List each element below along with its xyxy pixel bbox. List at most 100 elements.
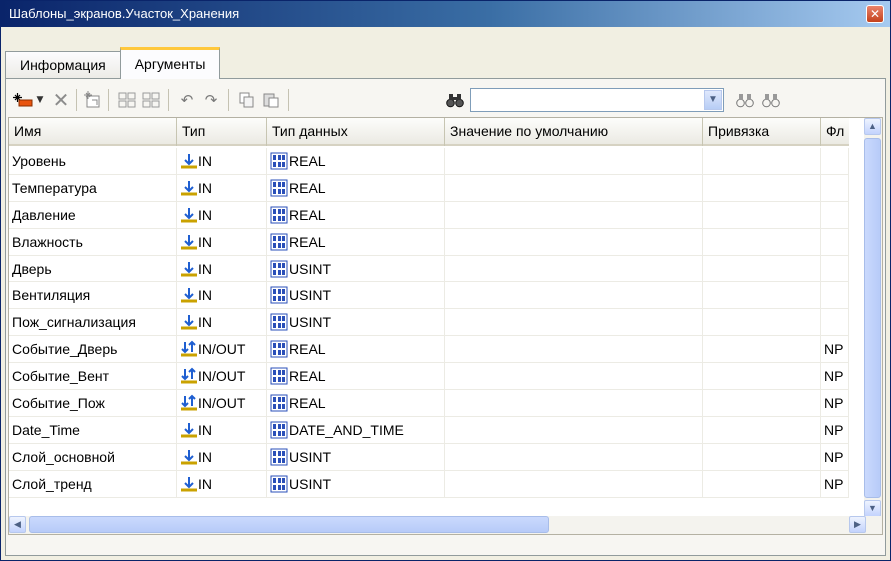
table-row[interactable]: Событие_Вент IN/OUT REAL NP (9, 363, 849, 391)
cell-name[interactable]: Событие_Вент (9, 363, 177, 390)
tab-information[interactable]: Информация (5, 51, 121, 79)
cell-data-type[interactable]: DATE_AND_TIME (267, 416, 445, 443)
copy-icon[interactable] (236, 89, 258, 111)
table-row[interactable]: Дверь IN USINT (9, 255, 849, 283)
scroll-left-button[interactable]: ◀ (9, 516, 26, 533)
vertical-scroll-thumb[interactable] (864, 138, 881, 498)
cell-binding[interactable] (703, 416, 821, 443)
delete-icon[interactable]: ✕ (50, 88, 72, 112)
column-header-default-value[interactable]: Значение по умолчанию (445, 118, 703, 146)
cell-flags[interactable] (821, 228, 849, 255)
cell-type[interactable]: IN (177, 148, 267, 174)
cell-flags[interactable]: NP (821, 363, 849, 390)
cell-name[interactable]: Влажность (9, 228, 177, 255)
cell-default-value[interactable] (445, 443, 703, 470)
cell-binding[interactable] (703, 148, 821, 174)
cell-binding[interactable] (703, 282, 821, 309)
cell-default-value[interactable] (445, 228, 703, 255)
paste-icon[interactable] (260, 89, 282, 111)
find-next-icon[interactable] (734, 89, 756, 111)
cell-default-value[interactable] (445, 148, 703, 174)
cell-default-value[interactable] (445, 282, 703, 309)
cell-default-value[interactable] (445, 309, 703, 336)
table-row[interactable]: Влажность IN REAL (9, 228, 849, 256)
cell-flags[interactable]: NP (821, 470, 849, 497)
cell-default-value[interactable] (445, 416, 703, 443)
cell-default-value[interactable] (445, 390, 703, 417)
cell-flags[interactable] (821, 282, 849, 309)
cell-data-type[interactable]: USINT (267, 255, 445, 282)
column-header-flags[interactable]: Фл (821, 118, 849, 146)
cell-binding[interactable] (703, 201, 821, 228)
table-row[interactable]: Вентиляция IN USINT (9, 282, 849, 310)
cell-flags[interactable]: NP (821, 416, 849, 443)
horizontal-scrollbar[interactable]: ◀ ▶ (9, 516, 882, 534)
search-box[interactable]: ▼ (470, 88, 724, 112)
cell-name[interactable]: Слой_основной (9, 443, 177, 470)
cell-binding[interactable] (703, 309, 821, 336)
scroll-down-button[interactable]: ▼ (864, 500, 881, 517)
cell-flags[interactable] (821, 148, 849, 174)
table-row[interactable]: Событие_Пож IN/OUT REAL NP (9, 390, 849, 417)
cell-default-value[interactable] (445, 336, 703, 363)
cell-name[interactable]: Слой_тренд (9, 470, 177, 497)
cell-default-value[interactable] (445, 255, 703, 282)
cell-data-type[interactable]: USINT (267, 470, 445, 497)
cell-type[interactable]: IN (177, 201, 267, 228)
column-header-binding[interactable]: Привязка (703, 118, 821, 146)
cell-name[interactable]: Событие_Дверь (9, 336, 177, 363)
cell-name[interactable]: Давление (9, 201, 177, 228)
table-row[interactable]: Давление IN REAL (9, 201, 849, 229)
tab-arguments[interactable]: Аргументы (119, 47, 221, 79)
cell-type[interactable]: IN (177, 228, 267, 255)
cell-type[interactable]: IN/OUT (177, 336, 267, 363)
cell-name[interactable]: Date_Time (9, 416, 177, 443)
chevron-down-icon[interactable]: ▼ (704, 90, 722, 110)
horizontal-scroll-thumb[interactable] (29, 516, 549, 533)
undo-icon[interactable]: ↶ (176, 89, 198, 111)
cell-binding[interactable] (703, 174, 821, 201)
cell-default-value[interactable] (445, 470, 703, 497)
cell-name[interactable]: Температура (9, 174, 177, 201)
cell-flags[interactable]: NP (821, 390, 849, 417)
cell-flags[interactable]: NP (821, 443, 849, 470)
cell-data-type[interactable]: REAL (267, 174, 445, 201)
table-row[interactable]: Слой_основной IN USINT NP (9, 443, 849, 471)
close-button[interactable]: ✕ (866, 5, 884, 23)
search-input[interactable] (471, 89, 701, 111)
find-icon[interactable] (444, 89, 466, 111)
cell-flags[interactable] (821, 201, 849, 228)
table-row[interactable]: Пож_сигнализация IN USINT (9, 309, 849, 337)
cell-binding[interactable] (703, 470, 821, 497)
table-row[interactable]: Температура IN REAL (9, 174, 849, 202)
cell-name[interactable]: Вентиляция (9, 282, 177, 309)
cell-default-value[interactable] (445, 174, 703, 201)
move-down-icon[interactable] (140, 89, 162, 111)
cell-data-type[interactable]: REAL (267, 201, 445, 228)
column-header-data-type[interactable]: Тип данных (267, 118, 445, 146)
cell-data-type[interactable]: REAL (267, 363, 445, 390)
cell-binding[interactable] (703, 363, 821, 390)
cell-binding[interactable] (703, 443, 821, 470)
cell-type[interactable]: IN (177, 416, 267, 443)
table-row[interactable]: Событие_Дверь IN/OUT REAL NP (9, 336, 849, 364)
cell-name[interactable]: Событие_Пож (9, 390, 177, 417)
find-prev-icon[interactable] (760, 89, 782, 111)
add-argument-icon[interactable] (12, 89, 34, 111)
table-row[interactable]: Уровень IN REAL (9, 148, 849, 175)
cell-name[interactable]: Уровень (9, 148, 177, 174)
cell-flags[interactable] (821, 309, 849, 336)
cell-type[interactable]: IN (177, 174, 267, 201)
cell-type[interactable]: IN (177, 470, 267, 497)
cell-flags[interactable]: NP (821, 336, 849, 363)
table-row[interactable]: Date_Time IN DATE_AND_TIME NP (9, 416, 849, 444)
cell-type[interactable]: IN/OUT (177, 390, 267, 417)
cell-data-type[interactable]: REAL (267, 228, 445, 255)
scroll-right-button[interactable]: ▶ (849, 516, 866, 533)
cell-binding[interactable] (703, 390, 821, 417)
title-bar[interactable]: Шаблоны_экранов.Участок_Хранения ✕ (1, 1, 890, 27)
cell-name[interactable]: Пож_сигнализация (9, 309, 177, 336)
cell-data-type[interactable]: REAL (267, 148, 445, 174)
cell-default-value[interactable] (445, 201, 703, 228)
dropdown-arrow-icon[interactable]: ▼ (34, 89, 46, 111)
